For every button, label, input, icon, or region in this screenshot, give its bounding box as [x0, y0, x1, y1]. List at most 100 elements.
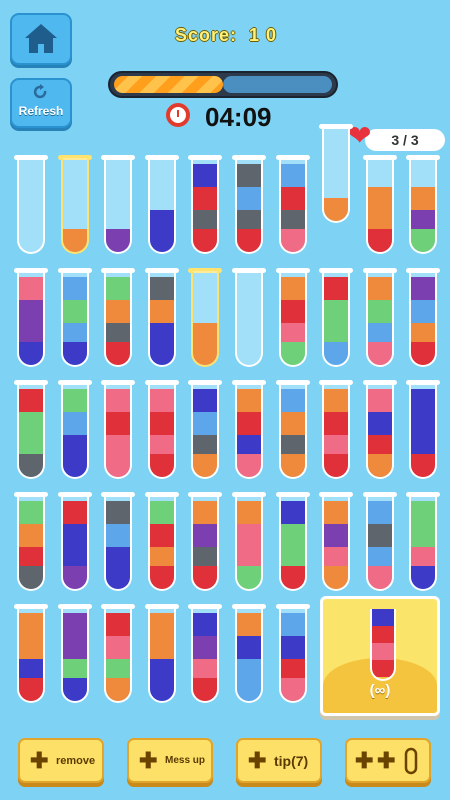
liquid-segment — [19, 277, 43, 300]
tube[interactable] — [365, 383, 394, 479]
liquid-segment — [193, 678, 218, 701]
liquid-segment — [193, 636, 218, 659]
liquid-segment — [280, 342, 305, 365]
liquid-segment — [367, 342, 392, 365]
tube[interactable] — [409, 495, 438, 591]
tube[interactable] — [235, 607, 263, 703]
tube[interactable] — [147, 383, 176, 479]
liquid-segment — [19, 636, 43, 659]
tube[interactable] — [278, 495, 307, 591]
tube[interactable] — [60, 383, 89, 479]
tube[interactable] — [17, 271, 45, 367]
tube[interactable] — [278, 607, 307, 703]
tube[interactable] — [17, 607, 45, 703]
liquid-segment — [280, 389, 305, 412]
liquid-segment — [62, 566, 87, 589]
tube[interactable] — [278, 271, 307, 367]
tube[interactable] — [147, 495, 176, 591]
liquid-segment — [19, 524, 43, 547]
liquid-segment — [367, 454, 392, 477]
tube[interactable] — [104, 158, 133, 254]
liquid-segment — [62, 412, 87, 435]
tube[interactable] — [147, 271, 176, 367]
stopwatch-icon — [166, 103, 190, 127]
tube[interactable] — [17, 495, 45, 591]
tube[interactable] — [278, 158, 307, 254]
liquid-segment — [280, 566, 305, 589]
tube[interactable] — [322, 127, 351, 223]
score-display: Score: 1 0 — [175, 25, 277, 46]
tube[interactable] — [104, 607, 133, 703]
tube[interactable] — [191, 271, 220, 367]
tube[interactable] — [104, 495, 133, 591]
tube[interactable] — [409, 271, 438, 367]
liquid-segment — [193, 342, 218, 365]
progress-remaining — [223, 76, 332, 93]
tube[interactable] — [104, 383, 133, 479]
tube[interactable] — [17, 158, 45, 254]
liquid-segment — [237, 454, 261, 477]
remove-button[interactable]: ✚ remove — [18, 738, 104, 783]
liquid-segment — [411, 300, 436, 323]
plus-icon: ✚ — [248, 748, 267, 773]
tube[interactable] — [60, 158, 89, 254]
liquid-segment — [372, 660, 394, 677]
tube[interactable] — [365, 271, 394, 367]
liquid-segment — [280, 613, 305, 636]
tube[interactable] — [60, 607, 89, 703]
liquid-segment — [106, 678, 131, 701]
liquid-segment — [62, 389, 87, 412]
tube[interactable] — [365, 158, 394, 254]
liquid-segment — [149, 678, 174, 701]
liquid-segment — [62, 678, 87, 701]
tube[interactable] — [322, 495, 351, 591]
tube[interactable] — [191, 607, 220, 703]
liquid-segment — [62, 636, 87, 659]
tube[interactable] — [147, 158, 176, 254]
liquid-segment — [19, 300, 43, 323]
liquid-segment — [149, 229, 174, 252]
bonus-tube[interactable] — [370, 609, 396, 681]
tip-label: tip(7) — [274, 752, 309, 769]
tube[interactable] — [191, 495, 220, 591]
tube[interactable] — [147, 607, 176, 703]
tube[interactable] — [235, 383, 263, 479]
liquid-segment — [411, 229, 436, 252]
liquid-segment — [106, 524, 131, 547]
tube[interactable] — [235, 271, 263, 367]
liquid-segment — [149, 277, 174, 300]
refresh-button[interactable]: Refresh — [10, 78, 72, 128]
liquid-segment — [19, 342, 43, 365]
liquid-segment — [367, 187, 392, 210]
tube[interactable] — [409, 158, 438, 254]
liquid-segment — [411, 187, 436, 210]
liquid-segment — [324, 566, 349, 589]
tube[interactable] — [409, 383, 438, 479]
tube[interactable] — [235, 495, 263, 591]
tube[interactable] — [60, 271, 89, 367]
liquid-segment — [106, 613, 131, 636]
liquid-segment — [411, 342, 436, 365]
tube[interactable] — [365, 495, 394, 591]
tube[interactable] — [235, 158, 263, 254]
liquid-segment — [193, 164, 218, 187]
mess-up-button[interactable]: ✚ Mess up — [127, 738, 213, 783]
liquid-segment — [372, 626, 394, 643]
tip-button[interactable]: ✚ tip(7) — [236, 738, 322, 783]
tube[interactable] — [322, 271, 351, 367]
home-button[interactable] — [10, 13, 72, 65]
tube[interactable] — [278, 383, 307, 479]
bonus-tube-card[interactable]: (∞) — [320, 596, 440, 716]
liquid-segment — [411, 412, 436, 435]
tube[interactable] — [191, 158, 220, 254]
liquid-segment — [106, 566, 131, 589]
tube[interactable] — [17, 383, 45, 479]
tube[interactable] — [191, 383, 220, 479]
liquid-segment — [237, 164, 261, 187]
tube[interactable] — [60, 495, 89, 591]
tube[interactable] — [104, 271, 133, 367]
tube[interactable] — [322, 383, 351, 479]
liquid-segment — [193, 454, 218, 477]
mess-up-label: Mess up — [165, 755, 206, 766]
add-tube-button[interactable]: ✚ ✚ — [345, 738, 431, 783]
